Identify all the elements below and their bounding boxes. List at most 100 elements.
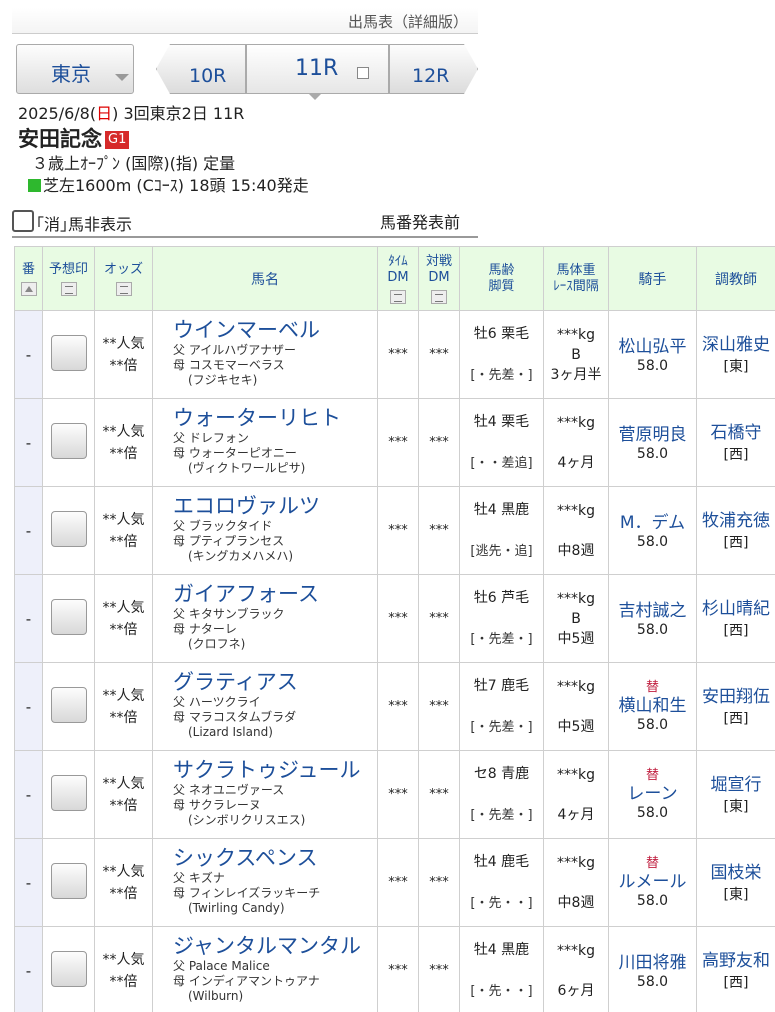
match-dm: ***	[418, 838, 460, 927]
sex-age-coat: 牡4 鹿毛	[473, 853, 530, 870]
header-trainer: 調教師	[696, 246, 775, 311]
trainer-name-link[interactable]: 石橋守	[697, 422, 775, 444]
prediction-mark-cell	[42, 574, 95, 663]
blinker: B	[571, 346, 581, 363]
race-interval: 中8週	[557, 542, 595, 559]
running-style: [・先差・]	[470, 807, 533, 823]
trainer-name-link[interactable]: 安田翔伍	[697, 686, 775, 708]
running-style: [・先差・]	[470, 719, 533, 735]
weight-cell: ***kg B 中5週	[543, 574, 609, 663]
prediction-mark-button[interactable]	[50, 686, 87, 723]
horse-name-link[interactable]: ウォーターリヒト	[173, 405, 377, 431]
prediction-mark-button[interactable]	[50, 950, 87, 987]
jockey-name-link[interactable]: M．デム	[609, 512, 696, 534]
age-cell: セ8 青鹿 [・先差・]	[459, 750, 544, 839]
prediction-mark-button[interactable]	[50, 334, 87, 371]
jockey-name-link[interactable]: 吉村誠之	[609, 600, 696, 622]
page-header: 出馬表（詳細版）	[12, 8, 478, 34]
horse-cell: ウインマーベル父 アイルハヴアナザー母 コスモマーベラス (フジキセキ)	[152, 310, 378, 399]
race-date-day: 日	[96, 104, 113, 123]
dam: 母 ウォーターピオニー	[173, 446, 297, 460]
header-odds[interactable]: オッズ	[94, 246, 153, 311]
turf-icon	[28, 179, 41, 192]
prediction-mark-button[interactable]	[50, 598, 87, 635]
horse-name-link[interactable]: サクラトゥジュール	[173, 757, 377, 783]
next-race-label: 12R	[412, 65, 450, 87]
jockey-name-link[interactable]: 横山和生	[609, 695, 696, 717]
dam: 母 インディアマントゥアナ	[173, 974, 320, 988]
race-interval: 中5週	[557, 718, 595, 735]
horse-name-link[interactable]: ウインマーベル	[173, 317, 377, 343]
trainer-name-link[interactable]: 牧浦充徳	[697, 510, 775, 532]
horse-name-link[interactable]: グラティアス	[173, 669, 377, 695]
odds-cell: **人気 **倍	[94, 926, 153, 1012]
race-interval: 中5週	[557, 630, 595, 647]
race-interval: 3ヶ月半	[550, 366, 602, 383]
trainer-cell: 国枝栄 [東]	[696, 838, 775, 927]
current-race-tab[interactable]: 11R	[246, 44, 389, 100]
odds-cell: **人気 **倍	[94, 662, 153, 751]
hide-scratched-label[interactable]: ｢消｣馬非表示	[36, 211, 132, 235]
horse-name-link[interactable]: ジャンタルマンタル	[173, 933, 377, 959]
trainer-name-link[interactable]: 堀宣行	[697, 774, 775, 796]
body-weight: ***kg	[557, 854, 595, 871]
time-dm: ***	[377, 486, 419, 575]
body-weight: ***kg	[557, 678, 595, 695]
prediction-mark-button[interactable]	[50, 862, 87, 899]
dam: 母 コスモマーベラス	[173, 358, 285, 372]
sex-age-coat: 牡6 栗毛	[473, 325, 530, 342]
age-cell: 牡4 鹿毛 [・先・・]	[459, 838, 544, 927]
prediction-mark-button[interactable]	[50, 774, 87, 811]
jockey-cell: 替レーン 58.0	[608, 750, 697, 839]
header-mark[interactable]: 予想印	[42, 246, 95, 311]
prediction-mark-cell	[42, 398, 95, 487]
weight-cell: ***kg 中5週	[543, 662, 609, 751]
sort-icon[interactable]	[115, 281, 132, 296]
trainer-name-link[interactable]: 深山雅史	[697, 334, 775, 356]
table-row: - **人気 **倍 ウォーターリヒト父 ドレフォン母 ウォーターピオニー (ヴィクトワ…	[14, 398, 775, 487]
trainer-name-link[interactable]: 国枝栄	[697, 862, 775, 884]
jockey-name-link[interactable]: 菅原明良	[609, 424, 696, 446]
race-interval: 4ヶ月	[557, 454, 595, 471]
table-row: - **人気 **倍 ジャンタルマンタル父 Palace Malice 母 インディアマ…	[14, 926, 775, 1012]
venue-select[interactable]: 東京	[16, 44, 134, 94]
time-dm: ***	[377, 662, 419, 751]
sort-icon[interactable]	[431, 289, 447, 304]
sex-age-coat: 牡6 芦毛	[473, 589, 530, 606]
sort-icon[interactable]	[390, 289, 406, 304]
prev-race-tab[interactable]: 10R	[156, 44, 246, 94]
sex-age-coat: 牡4 黒鹿	[473, 501, 530, 518]
jockey-name-link[interactable]: ルメール	[609, 871, 696, 893]
time-dm: ***	[377, 750, 419, 839]
header-num[interactable]: 番	[14, 246, 43, 311]
race-interval: 中8週	[557, 894, 595, 911]
prediction-mark-button[interactable]	[50, 422, 87, 459]
jockey-name-link[interactable]: 川田将雅	[609, 952, 696, 974]
race-tabs: 10R 11R 12R	[156, 44, 478, 100]
horse-name-link[interactable]: エコロヴァルツ	[173, 493, 377, 519]
next-race-tab[interactable]: 12R	[389, 44, 478, 94]
sort-icon[interactable]	[60, 281, 77, 296]
trainer-cell: 高野友和 [西]	[696, 926, 775, 1012]
horse-name-link[interactable]: シックスペンス	[173, 845, 377, 871]
running-style: [・先・・]	[470, 895, 533, 911]
odds-cell: **人気 **倍	[94, 750, 153, 839]
race-course-row: 芝左1600m (Cｺｰｽ) 18頭 15:40発走	[28, 175, 478, 197]
race-list-icon[interactable]	[357, 67, 369, 79]
trainer-cell: 石橋守 [西]	[696, 398, 775, 487]
header-match-dm[interactable]: 対戦 DM	[418, 246, 460, 311]
sort-up-icon[interactable]	[20, 281, 37, 296]
jockey-cell: 吉村誠之 58.0	[608, 574, 697, 663]
age-cell: 牡7 鹿毛 [・先差・]	[459, 662, 544, 751]
trainer-name-link[interactable]: 高野友和	[697, 950, 775, 972]
horse-name-link[interactable]: ガイアフォース	[173, 581, 377, 607]
sire: 父 ネオユニヴァース	[173, 783, 285, 797]
jockey-name-link[interactable]: レーン	[609, 783, 696, 805]
prediction-mark-button[interactable]	[50, 510, 87, 547]
carried-weight: 58.0	[636, 716, 669, 733]
jockey-name-link[interactable]: 松山弘平	[609, 336, 696, 358]
hide-scratched-checkbox[interactable]	[12, 210, 34, 232]
dam: 母 マラコスタムブラダ	[173, 710, 297, 724]
trainer-name-link[interactable]: 杉山晴紀	[697, 598, 775, 620]
header-time-dm[interactable]: ﾀｲﾑ DM	[377, 246, 419, 311]
